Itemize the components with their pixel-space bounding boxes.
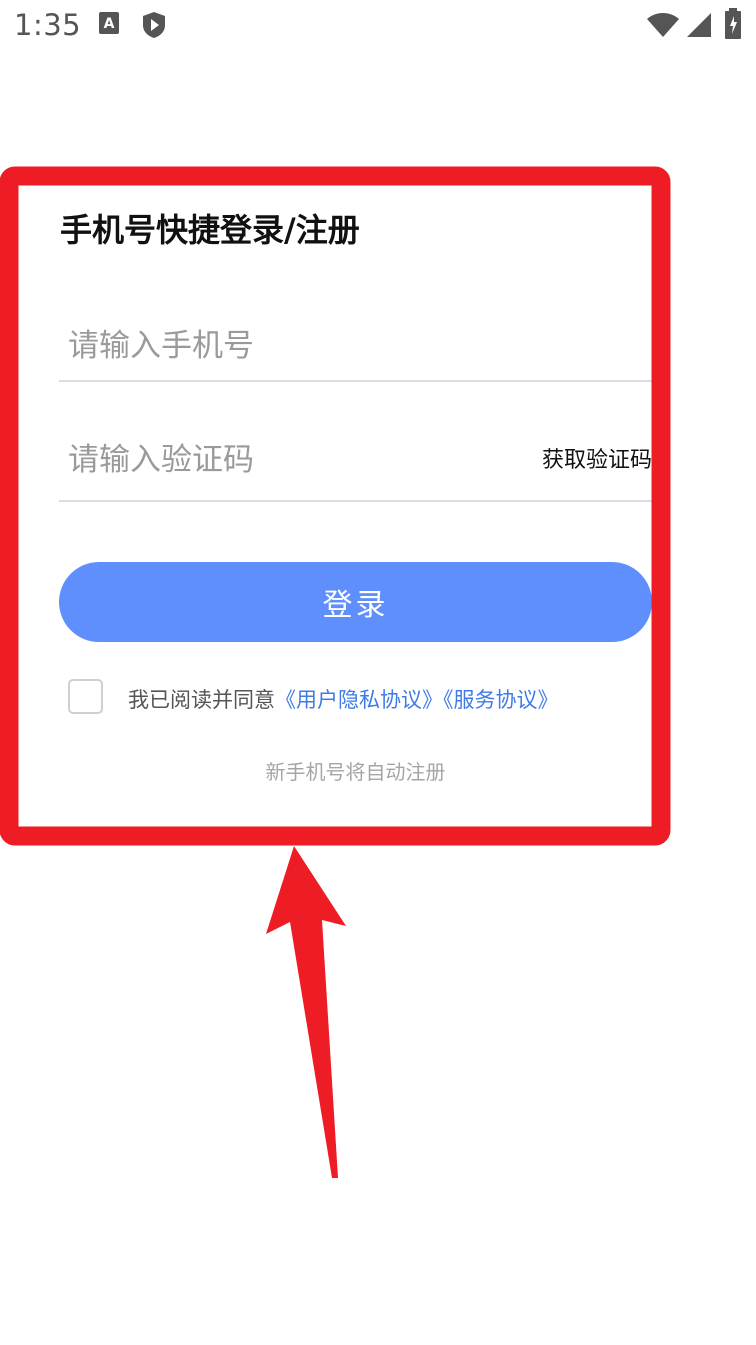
code-input[interactable] [68,432,508,488]
login-card: 手机号快捷登录/注册 获取验证码 登录 我已阅读并同意《用户隐私协议》《服务协议… [0,0,756,900]
phone-input[interactable] [68,318,508,374]
login-title: 手机号快捷登录/注册 [60,211,360,249]
auto-register-note: 新手机号将自动注册 [265,760,446,784]
screen: 1:35 A 手机号快捷登录/注册 请输入手机号 请输入验证码 获取验证码 登录… [0,0,756,1345]
privacy-policy-link[interactable]: 《用户隐私协议》 [275,688,443,712]
agreement-text: 我已阅读并同意《用户隐私协议》《服务协议》 [128,684,559,714]
service-agreement-link[interactable]: 《服务协议》 [443,688,559,712]
agreement-checkbox[interactable] [68,679,103,714]
login-button[interactable]: 登录 [59,562,652,642]
agreement-row: 我已阅读并同意《用户隐私协议》《服务协议》 [68,679,668,715]
code-field: 获取验证码 [59,424,652,502]
get-code-button[interactable]: 获取验证码 [542,442,652,474]
agreement-prefix: 我已阅读并同意 [128,688,275,712]
phone-field [59,310,652,382]
